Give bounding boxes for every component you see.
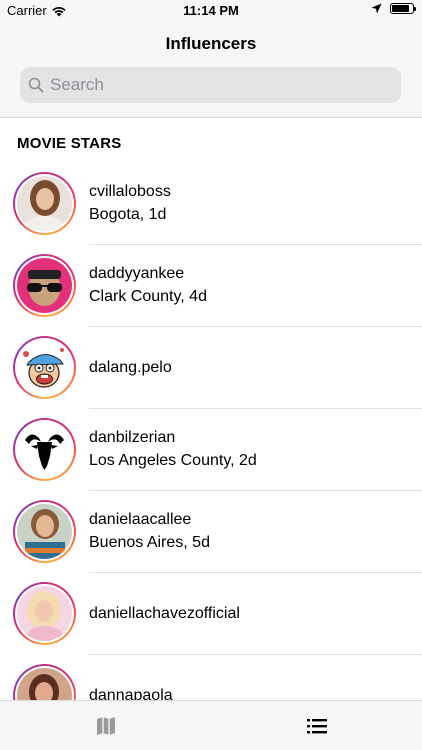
list-icon bbox=[306, 718, 327, 733]
battery-level bbox=[392, 5, 409, 12]
influencer-username: danielaacallee bbox=[89, 511, 192, 528]
page-title: Influencers bbox=[165, 34, 257, 53]
search-bar[interactable] bbox=[20, 67, 401, 103]
avatar bbox=[13, 582, 76, 645]
list-item-text: danielaacallee Buenos Aires, 5d bbox=[89, 491, 210, 573]
avatar bbox=[13, 500, 76, 563]
influencer-list: cvillaloboss Bogota, 1d daddyyankee Clar… bbox=[0, 163, 422, 737]
list-item[interactable]: danielaacallee Buenos Aires, 5d bbox=[0, 491, 422, 573]
influencer-location: Buenos Aires, 5d bbox=[89, 534, 210, 551]
influencer-location: Bogota, 1d bbox=[89, 206, 167, 223]
list-item-text: danbilzerian Los Angeles County, 2d bbox=[89, 409, 257, 491]
section-header: MOVIE STARS bbox=[17, 135, 122, 152]
list-item-text: daniellachavezofficial bbox=[89, 573, 240, 655]
influencer-location: Clark County, 4d bbox=[89, 288, 207, 305]
list-item[interactable]: dalang.pelo bbox=[0, 327, 422, 409]
app-screen: Carrier 11:14 PM Influencers Search MOVI… bbox=[0, 0, 422, 750]
navigation-bar: Influencers bbox=[0, 22, 422, 118]
avatar bbox=[13, 418, 76, 481]
search-icon bbox=[28, 77, 44, 93]
list-item[interactable]: daddyyankee Clark County, 4d bbox=[0, 245, 422, 327]
avatar-photo bbox=[17, 586, 72, 641]
map-icon bbox=[96, 716, 115, 735]
avatar-photo bbox=[17, 258, 72, 313]
battery-icon bbox=[390, 3, 416, 14]
status-time: 11:14 PM bbox=[183, 3, 239, 18]
location-arrow-icon bbox=[371, 3, 382, 14]
tab-map[interactable] bbox=[0, 701, 211, 750]
influencer-username: danbilzerian bbox=[89, 429, 176, 446]
list-item-text: dalang.pelo bbox=[89, 327, 172, 409]
list-item[interactable]: cvillaloboss Bogota, 1d bbox=[0, 163, 422, 245]
avatar bbox=[13, 254, 76, 317]
influencer-username: daniellachavezofficial bbox=[89, 605, 240, 622]
avatar-photo bbox=[17, 504, 72, 559]
influencer-location: Los Angeles County, 2d bbox=[89, 452, 257, 469]
avatar-photo bbox=[17, 176, 72, 231]
status-bar: Carrier 11:14 PM bbox=[0, 0, 422, 22]
influencer-username: cvillaloboss bbox=[89, 183, 171, 200]
tab-list[interactable] bbox=[211, 701, 422, 750]
list-item-text: daddyyankee Clark County, 4d bbox=[89, 245, 207, 327]
avatar bbox=[13, 336, 76, 399]
list-item-text: cvillaloboss Bogota, 1d bbox=[89, 163, 171, 245]
list-item[interactable]: daniellachavezofficial bbox=[0, 573, 422, 655]
tab-bar bbox=[0, 700, 422, 750]
influencer-username: daddyyankee bbox=[89, 265, 185, 282]
avatar-cartoon bbox=[17, 340, 72, 395]
influencer-username: dalang.pelo bbox=[89, 359, 172, 376]
status-right bbox=[371, 3, 416, 14]
goat-logo-icon bbox=[17, 422, 72, 477]
list-item[interactable]: danbilzerian Los Angeles County, 2d bbox=[0, 409, 422, 491]
avatar bbox=[13, 172, 76, 235]
search-input[interactable] bbox=[50, 75, 380, 95]
